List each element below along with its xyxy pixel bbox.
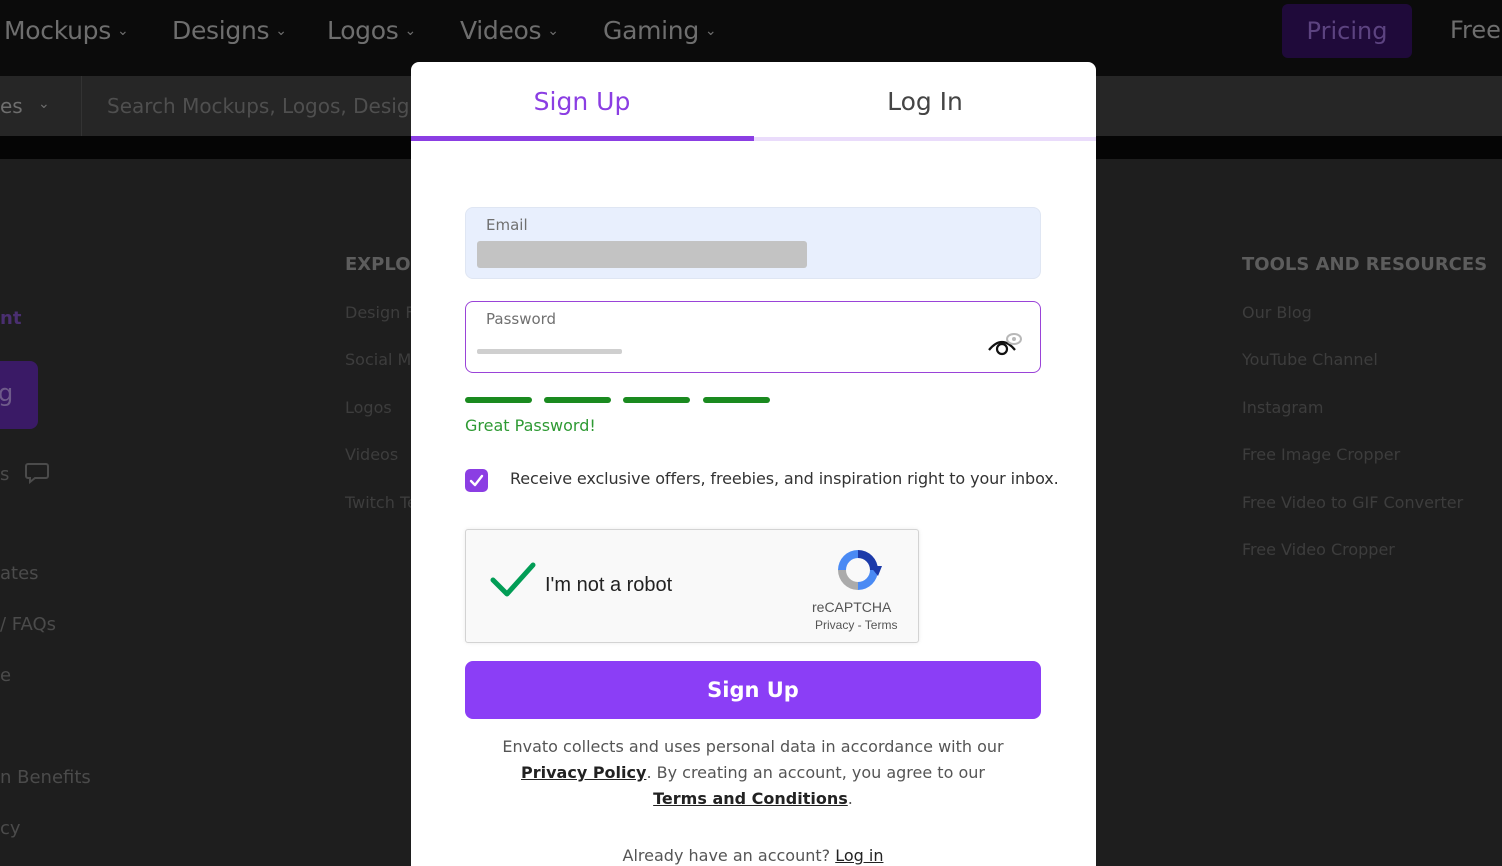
nav-label: Logos xyxy=(327,16,399,45)
email-field[interactable]: Email xyxy=(465,207,1041,279)
nav-item-logos[interactable]: Logos ⌄ xyxy=(327,16,416,45)
footer-left-item[interactable]: s xyxy=(0,462,50,489)
recaptcha-privacy-terms-links[interactable]: Privacy - Terms xyxy=(815,618,897,632)
already-text: Already have an account? xyxy=(622,846,831,865)
category-select[interactable]: es ⌄ xyxy=(0,76,82,136)
tab-sign-up[interactable]: Sign Up xyxy=(411,62,753,141)
tools-heading: TOOLS AND RESOURCES xyxy=(1242,254,1488,275)
legal-text: . By creating an account, you agree to o… xyxy=(646,763,985,782)
footer-left-item[interactable]: / FAQs xyxy=(0,614,56,635)
nav-item-designs[interactable]: Designs ⌄ xyxy=(172,16,287,45)
pricing-button[interactable]: Pricing xyxy=(1282,4,1412,58)
chevron-down-icon: ⌄ xyxy=(116,23,129,39)
nav-item-mockups[interactable]: Mockups ⌄ xyxy=(4,16,129,45)
strength-bar-1 xyxy=(465,397,532,403)
explore-link[interactable]: Design Fi xyxy=(345,303,418,322)
chat-icon xyxy=(25,462,50,489)
tools-link[interactable]: Our Blog xyxy=(1242,303,1312,322)
password-strength-message: Great Password! xyxy=(465,416,596,435)
footer-cta-button[interactable]: g xyxy=(0,361,38,429)
show-password-eye-icon[interactable] xyxy=(985,330,1023,358)
tab-log-in[interactable]: Log In xyxy=(754,62,1096,141)
tools-link[interactable]: YouTube Channel xyxy=(1242,350,1378,369)
check-icon xyxy=(469,474,484,487)
recaptcha-label: I'm not a robot xyxy=(545,574,673,596)
password-label: Password xyxy=(486,310,557,328)
tools-link[interactable]: Free Video to GIF Converter xyxy=(1242,493,1463,512)
footer-left-item[interactable]: e xyxy=(0,665,11,686)
email-value-redacted xyxy=(477,241,807,268)
nav-item-gaming[interactable]: Gaming ⌄ xyxy=(603,16,717,45)
recaptcha-logo-icon xyxy=(834,546,882,598)
explore-link[interactable]: Logos xyxy=(345,398,392,417)
footer-left-label: s xyxy=(0,464,10,485)
tools-link[interactable]: Free Video Cropper xyxy=(1242,540,1395,559)
nav-label: Videos xyxy=(460,16,542,45)
footer-left-item[interactable]: nt xyxy=(0,308,21,329)
recaptcha-checkbox-checked-icon[interactable] xyxy=(490,560,536,604)
privacy-policy-link[interactable]: Privacy Policy xyxy=(521,763,646,782)
nav-label: Mockups xyxy=(4,16,111,45)
active-tab-indicator xyxy=(411,136,754,141)
tools-link[interactable]: Instagram xyxy=(1242,398,1323,417)
legal-text: . xyxy=(847,789,853,808)
chevron-down-icon: ⌄ xyxy=(704,23,717,39)
explore-link[interactable]: Social M xyxy=(345,350,411,369)
password-field[interactable]: Password xyxy=(465,301,1041,373)
newsletter-checkbox[interactable] xyxy=(465,469,488,492)
log-in-link[interactable]: Log in xyxy=(835,846,883,865)
footer-left-item[interactable]: cy xyxy=(0,818,21,839)
strength-bar-4 xyxy=(703,397,770,403)
chevron-down-icon: ⌄ xyxy=(38,96,50,112)
recaptcha-widget: I'm not a robot reCAPTCHA Privacy - Term… xyxy=(465,529,919,643)
nav-label: Designs xyxy=(172,16,270,45)
chevron-down-icon: ⌄ xyxy=(404,23,416,39)
legal-text: Envato collects and uses personal data i… xyxy=(502,737,1004,756)
auth-tabs: Sign Up Log In xyxy=(411,62,1096,141)
search-input[interactable]: Search Mockups, Logos, Design T xyxy=(107,94,441,118)
nav-label: Gaming xyxy=(603,16,699,45)
footer-cta-label: g xyxy=(0,379,14,407)
sign-up-button[interactable]: Sign Up xyxy=(465,661,1041,719)
footer-left-item[interactable]: n Benefits xyxy=(0,767,91,788)
email-label: Email xyxy=(486,216,528,234)
strength-bar-2 xyxy=(544,397,611,403)
newsletter-label: Receive exclusive offers, freebies, and … xyxy=(510,469,1059,488)
password-masked-value xyxy=(477,349,622,354)
free-link[interactable]: Free A xyxy=(1450,16,1502,44)
already-have-account: Already have an account? Log in xyxy=(465,846,1041,865)
nav-item-videos[interactable]: Videos ⌄ xyxy=(460,16,559,45)
recaptcha-brand: reCAPTCHA xyxy=(812,599,892,615)
explore-link[interactable]: Videos xyxy=(345,445,398,464)
strength-bar-3 xyxy=(623,397,690,403)
explore-link[interactable]: Twitch Te xyxy=(345,493,417,512)
category-select-label: es xyxy=(0,94,23,118)
tools-link[interactable]: Free Image Cropper xyxy=(1242,445,1400,464)
legal-notice: Envato collects and uses personal data i… xyxy=(465,734,1041,812)
chevron-down-icon: ⌄ xyxy=(275,23,287,39)
footer-left-item[interactable]: ates xyxy=(0,563,39,584)
signup-modal: Sign Up Log In Email Password Great Pass… xyxy=(411,62,1096,866)
chevron-down-icon: ⌄ xyxy=(547,23,559,39)
terms-conditions-link[interactable]: Terms and Conditions xyxy=(653,789,848,808)
